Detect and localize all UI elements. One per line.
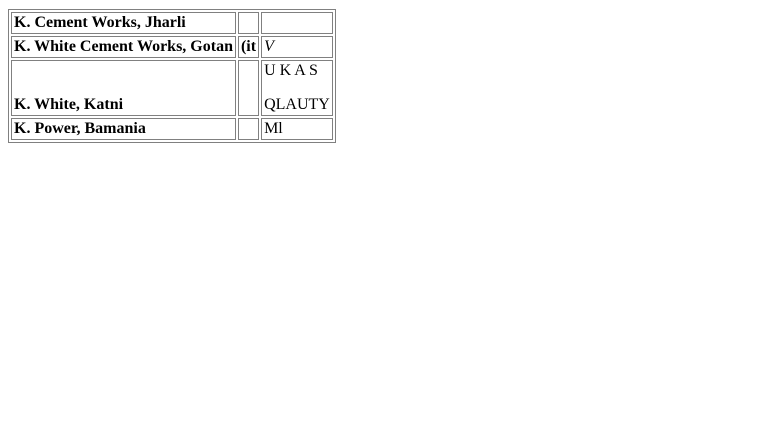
plant-name-cell: K. White, Katni (11, 60, 236, 116)
mark-cell (237, 118, 260, 140)
table-row: K. White, Katni U K A S QLAUTY (11, 60, 333, 116)
table-row: K. Cement Works, Jharli (11, 12, 333, 34)
mark-cell (237, 12, 260, 34)
note-cell: V (261, 36, 333, 58)
mark-cell (237, 60, 260, 116)
plant-name-cell: K. White Cement Works, Gotan (11, 36, 236, 58)
table-row: K. Power, Bamania Ml (11, 118, 333, 140)
mark-cell: (it (237, 36, 260, 58)
plant-name-cell: K. Cement Works, Jharli (11, 12, 236, 34)
note-cell (261, 12, 333, 34)
note-cell: U K A S QLAUTY (261, 60, 333, 116)
plant-name-cell: K. Power, Bamania (11, 118, 236, 140)
table-row: K. White Cement Works, Gotan (it V (11, 36, 333, 58)
plants-table: K. Cement Works, Jharli K. White Cement … (8, 9, 336, 143)
note-cell: Ml (261, 118, 333, 140)
note-bottom-text: QLAUTY (264, 96, 330, 113)
note-top-text: U K A S (264, 62, 318, 79)
